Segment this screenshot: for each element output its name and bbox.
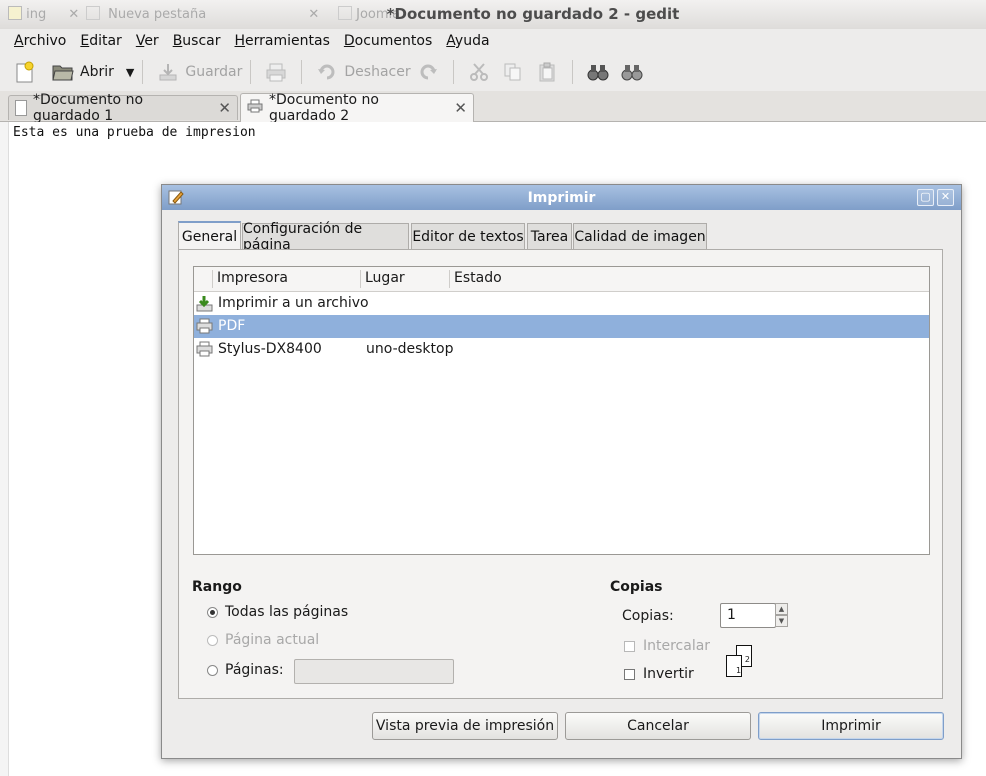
toolbar-separator: [142, 60, 144, 84]
print-dialog: Imprimir ▢ ✕ General Configuración de pá…: [161, 184, 962, 759]
cut-button[interactable]: [468, 57, 496, 87]
copy-icon: [502, 61, 524, 83]
menu-buscar[interactable]: Buscar: [166, 33, 228, 49]
radio-current-page[interactable]: Página actual: [207, 632, 319, 648]
radio-pages[interactable]: Páginas:: [207, 662, 284, 678]
toolbar: Abrir ▼ Guardar Deshacer: [0, 53, 986, 92]
copy-button[interactable]: [502, 57, 530, 87]
menu-ver[interactable]: Ver: [129, 33, 166, 49]
range-title: Rango: [192, 579, 242, 595]
save-button[interactable]: Guardar: [157, 57, 242, 87]
close-icon[interactable]: ✕: [937, 189, 954, 206]
menu-archivo[interactable]: Archivo: [0, 33, 73, 49]
copies-label: Copias:: [622, 608, 674, 624]
pages-input[interactable]: [294, 659, 454, 684]
toolbar-separator: [301, 60, 303, 84]
tab-configuracion-pagina[interactable]: Configuración de página: [242, 221, 409, 253]
cancel-button[interactable]: Cancelar: [565, 712, 751, 740]
reverse-checkbox[interactable]: Invertir: [624, 666, 694, 682]
tab-calidad-imagen[interactable]: Calidad de imagen: [573, 223, 707, 249]
tab-general[interactable]: General: [178, 221, 241, 250]
menu-ayuda[interactable]: Ayuda: [439, 33, 496, 49]
printer-row-selected[interactable]: PDF: [194, 315, 929, 338]
printer-list[interactable]: Impresora Lugar Estado Imprimir a un arc…: [193, 266, 930, 555]
menu-herramientas[interactable]: Herramientas: [228, 33, 337, 49]
dialog-title: Imprimir: [527, 189, 596, 206]
spin-up-icon[interactable]: ▲: [775, 603, 788, 615]
printer-row[interactable]: Imprimir a un archivo: [194, 292, 929, 315]
open-button[interactable]: Abrir ▼: [52, 57, 134, 87]
scissors-icon: [468, 61, 490, 83]
dialog-titlebar: Imprimir ▢ ✕: [162, 185, 961, 210]
find-replace-button[interactable]: [621, 57, 649, 87]
document-icon: [15, 100, 28, 116]
undo-button[interactable]: Deshacer: [316, 57, 411, 87]
radio-all-pages[interactable]: Todas las páginas: [207, 604, 348, 620]
editor-content[interactable]: Esta es una prueba de impresion: [13, 125, 256, 140]
menu-documentos[interactable]: Documentos: [337, 33, 439, 49]
printer-icon: [265, 61, 287, 83]
window-titlebar: ing ✕ Nueva pestaña ✕ Joomla *Documento …: [0, 0, 986, 30]
copies-spinner-buttons[interactable]: ▲ ▼: [775, 603, 788, 628]
file-save-icon: [196, 295, 213, 316]
folder-open-icon: [52, 61, 74, 83]
tab-documento-2[interactable]: *Documento no guardado 2 ✕: [240, 92, 474, 124]
print-button[interactable]: Imprimir: [758, 712, 944, 740]
chevron-down-icon[interactable]: ▼: [126, 66, 134, 79]
printer-row[interactable]: Stylus-DX8400 uno-desktop: [194, 338, 929, 361]
maximize-icon[interactable]: ▢: [917, 189, 934, 206]
printer-icon: [196, 318, 213, 338]
toolbar-separator: [452, 60, 454, 84]
printer-icon: [247, 99, 263, 117]
paste-button[interactable]: [536, 57, 564, 87]
tab-documento-1[interactable]: *Documento no guardado 1 ✕: [8, 92, 238, 124]
print-preview-button[interactable]: Vista previa de impresión: [372, 712, 558, 740]
toolbar-separator: [571, 60, 573, 84]
tab-editor-textos[interactable]: Editor de textos: [411, 223, 525, 249]
side-border: [0, 122, 9, 776]
paste-icon: [536, 61, 558, 83]
window-title: *Documento no guardado 2 - gedit: [386, 5, 680, 23]
edit-icon: [168, 189, 184, 209]
find-button[interactable]: [587, 57, 615, 87]
new-document-button[interactable]: [14, 57, 42, 87]
menu-editar[interactable]: Editar: [73, 33, 128, 49]
column-lugar[interactable]: Lugar: [365, 270, 405, 286]
collate-checkbox[interactable]: Intercalar: [624, 638, 710, 654]
find-replace-icon: [621, 61, 643, 83]
printer-list-header: Impresora Lugar Estado: [194, 267, 929, 292]
new-document-icon: [14, 61, 36, 83]
menubar: Archivo Editar Ver Buscar Herramientas D…: [0, 29, 986, 53]
collate-pages-icon: 2 1: [724, 643, 754, 679]
tab-tarea[interactable]: Tarea: [527, 223, 572, 249]
binoculars-icon: [587, 61, 609, 83]
document-tabbar: *Documento no guardado 1 ✕ *Documento no…: [0, 91, 986, 124]
toolbar-separator: [250, 60, 252, 84]
copies-title: Copias: [610, 579, 663, 595]
redo-icon: [417, 61, 439, 83]
undo-icon: [316, 61, 338, 83]
redo-button[interactable]: [417, 57, 445, 87]
copies-spinner-input[interactable]: 1: [720, 603, 776, 628]
close-icon[interactable]: ✕: [218, 99, 231, 117]
print-button[interactable]: [265, 57, 293, 87]
printer-icon: [196, 341, 213, 361]
spin-down-icon[interactable]: ▼: [775, 615, 788, 627]
save-icon: [157, 61, 179, 83]
close-icon[interactable]: ✕: [454, 99, 467, 117]
column-estado[interactable]: Estado: [454, 270, 502, 286]
column-impresora[interactable]: Impresora: [217, 270, 288, 286]
